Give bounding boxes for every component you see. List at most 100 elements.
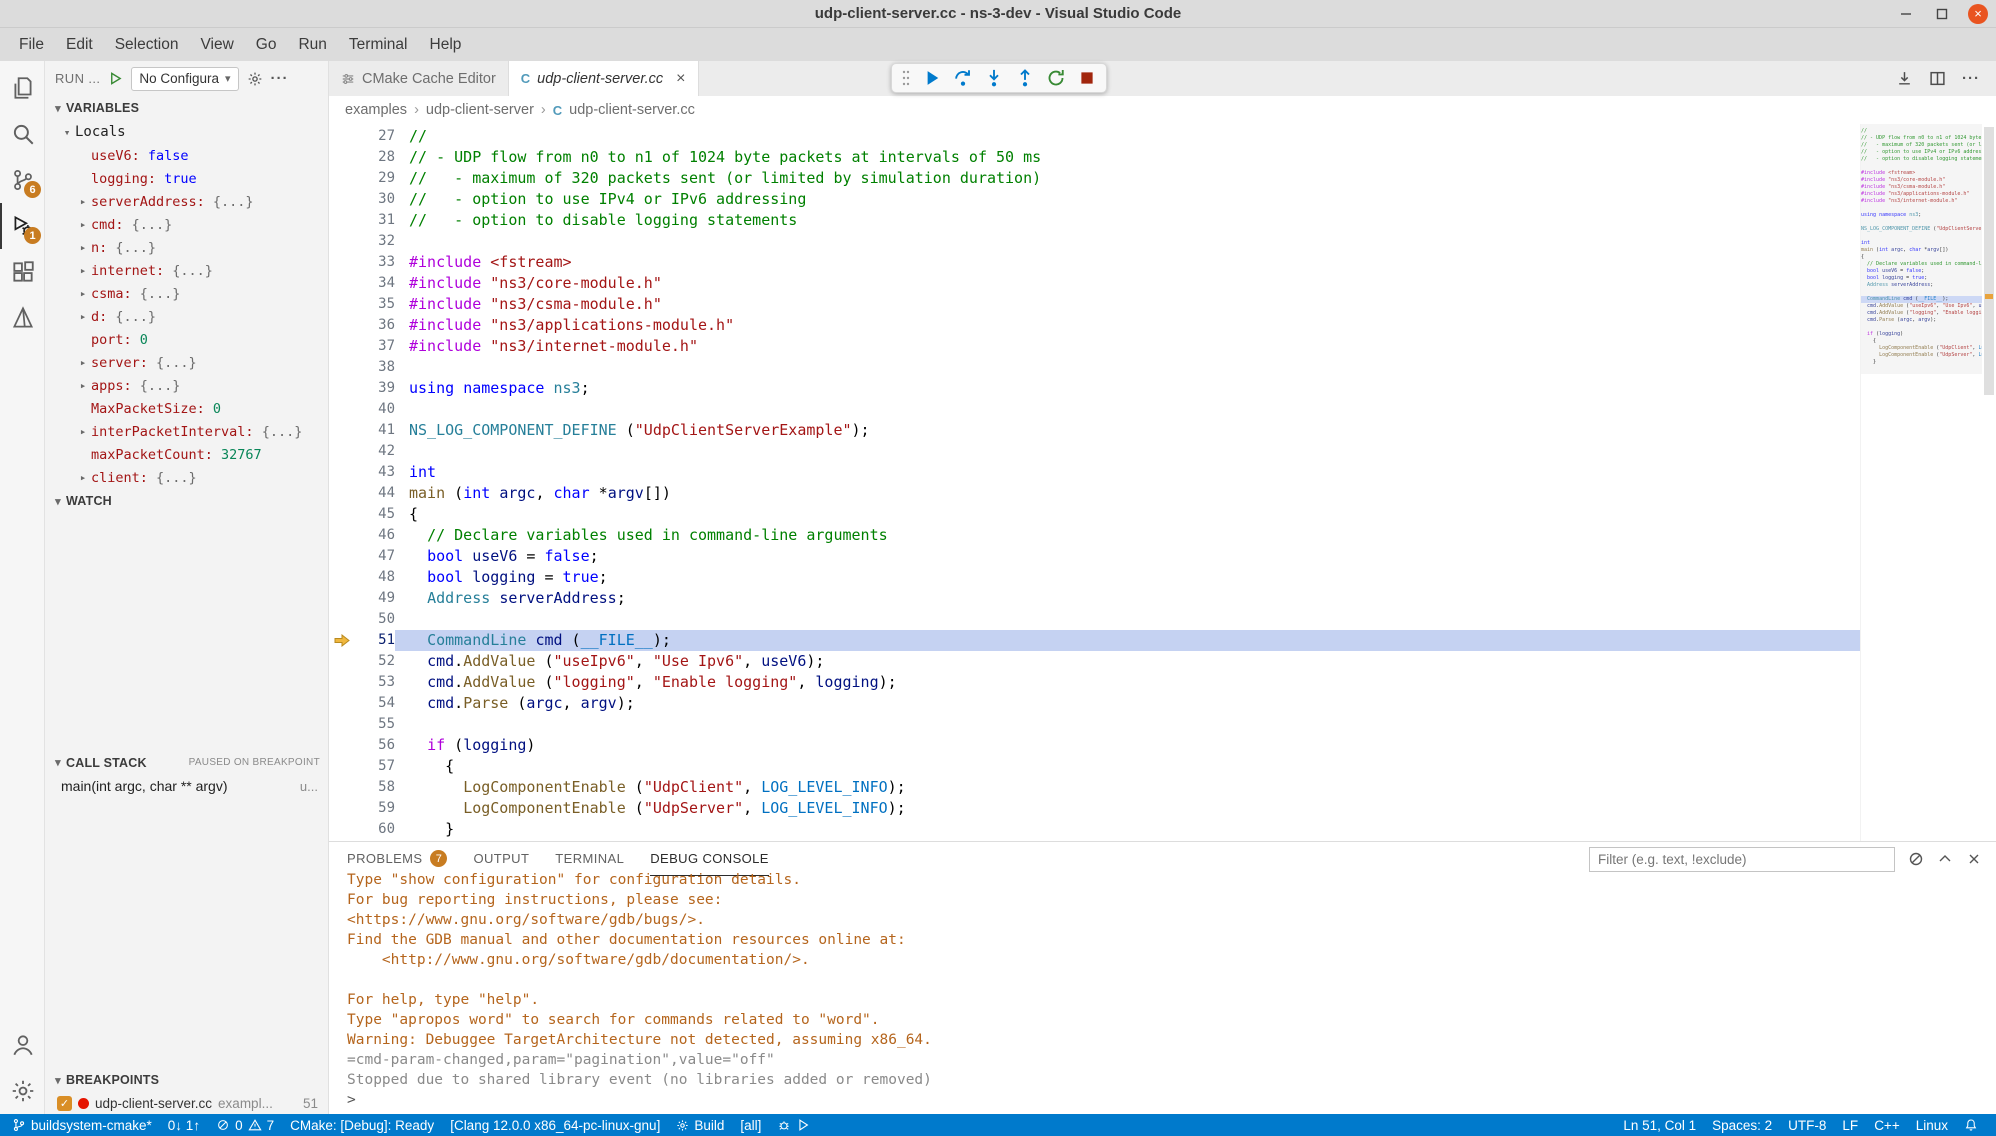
line-content[interactable]: bool useV6 = false; xyxy=(395,546,1860,567)
gutter-glyph[interactable] xyxy=(329,798,355,819)
line-content[interactable]: NS_LOG_COMPONENT_DEFINE ("UdpClientServe… xyxy=(395,420,1860,441)
line-number[interactable]: 40 xyxy=(355,399,395,420)
expand-arrow-icon[interactable]: ▸ xyxy=(75,425,91,438)
indentation-item[interactable]: Spaces: 2 xyxy=(1704,1114,1780,1136)
line-number[interactable]: 57 xyxy=(355,756,395,777)
line-number[interactable]: 43 xyxy=(355,462,395,483)
variable-n[interactable]: ▸n: {...} xyxy=(45,236,328,259)
line-number[interactable]: 38 xyxy=(355,357,395,378)
line-content[interactable]: #include "ns3/csma-module.h" xyxy=(395,294,1860,315)
git-branch-item[interactable]: buildsystem-cmake* xyxy=(4,1114,160,1136)
minimize-icon[interactable] xyxy=(1896,4,1916,24)
gutter-glyph[interactable] xyxy=(329,168,355,189)
line-number[interactable]: 33 xyxy=(355,252,395,273)
gutter-glyph[interactable] xyxy=(329,525,355,546)
line-number[interactable]: 30 xyxy=(355,189,395,210)
step-over-button[interactable] xyxy=(953,68,973,88)
line-content[interactable]: // Declare variables used in command-lin… xyxy=(395,525,1860,546)
breakpoint-checkbox[interactable]: ✓ xyxy=(57,1096,72,1111)
variable-logging[interactable]: logging: true xyxy=(45,167,328,190)
line-number[interactable]: 39 xyxy=(355,378,395,399)
line-number[interactable]: 46 xyxy=(355,525,395,546)
line-content[interactable]: // - option to use IPv4 or IPv6 addressi… xyxy=(395,189,1860,210)
code-line-30[interactable]: 30// - option to use IPv4 or IPv6 addres… xyxy=(329,189,1860,210)
code-line-59[interactable]: 59 LogComponentEnable ("UdpServer", LOG_… xyxy=(329,798,1860,819)
code-line-51[interactable]: 51 CommandLine cmd (__FILE__); xyxy=(329,630,1860,651)
expand-arrow-icon[interactable]: ▸ xyxy=(75,264,91,277)
gutter-glyph[interactable] xyxy=(329,735,355,756)
line-content[interactable]: using namespace ns3; xyxy=(395,378,1860,399)
watch-section-header[interactable]: ▾ WATCH xyxy=(45,489,328,513)
console-filter-input[interactable] xyxy=(1589,847,1895,872)
line-number[interactable]: 45 xyxy=(355,504,395,525)
expand-arrow-icon[interactable]: ▸ xyxy=(75,379,91,392)
gutter-glyph[interactable] xyxy=(329,546,355,567)
variables-section-header[interactable]: ▾ VARIABLES xyxy=(45,96,328,120)
variable-useV6[interactable]: useV6: false xyxy=(45,144,328,167)
line-number[interactable]: 50 xyxy=(355,609,395,630)
line-number[interactable]: 55 xyxy=(355,714,395,735)
line-content[interactable]: #include <fstream> xyxy=(395,252,1860,273)
notifications-item[interactable] xyxy=(1956,1114,1986,1136)
line-number[interactable]: 34 xyxy=(355,273,395,294)
line-number[interactable]: 36 xyxy=(355,315,395,336)
step-out-button[interactable] xyxy=(1015,68,1035,88)
menu-go[interactable]: Go xyxy=(245,28,288,61)
variable-client[interactable]: ▸client: {...} xyxy=(45,466,328,489)
build-button[interactable]: Build xyxy=(668,1114,732,1136)
line-number[interactable]: 47 xyxy=(355,546,395,567)
gutter-glyph[interactable] xyxy=(329,609,355,630)
code-line-55[interactable]: 55 xyxy=(329,714,1860,735)
extensions-icon[interactable] xyxy=(0,249,44,295)
stop-button[interactable] xyxy=(1077,68,1097,88)
line-number[interactable]: 53 xyxy=(355,672,395,693)
gutter-glyph[interactable] xyxy=(329,672,355,693)
gutter-glyph[interactable] xyxy=(329,126,355,147)
code-line-53[interactable]: 53 cmd.AddValue ("logging", "Enable logg… xyxy=(329,672,1860,693)
breadcrumb-item[interactable]: udp-client-server xyxy=(426,102,534,118)
breakpoints-section-header[interactable]: ▾ BREAKPOINTS xyxy=(45,1068,328,1092)
menu-edit[interactable]: Edit xyxy=(55,28,104,61)
debug-launch-item[interactable] xyxy=(769,1114,818,1136)
line-number[interactable]: 48 xyxy=(355,567,395,588)
expand-arrow-icon[interactable]: ▸ xyxy=(75,287,91,300)
build-target-item[interactable]: [all] xyxy=(732,1114,769,1136)
variable-interPacketInterval[interactable]: ▸interPacketInterval: {...} xyxy=(45,420,328,443)
breadcrumb-item[interactable]: examples xyxy=(345,102,407,118)
close-tab-icon[interactable]: × xyxy=(676,70,685,88)
stack-frame-main[interactable]: main(int argc, char ** argv) u... xyxy=(45,775,328,798)
line-number[interactable]: 49 xyxy=(355,588,395,609)
encoding-item[interactable]: UTF-8 xyxy=(1780,1114,1834,1136)
line-content[interactable]: cmd.Parse (argc, argv); xyxy=(395,693,1860,714)
variable-internet[interactable]: ▸internet: {...} xyxy=(45,259,328,282)
line-content[interactable]: LogComponentEnable ("UdpClient", LOG_LEV… xyxy=(395,777,1860,798)
cmake-tools-icon[interactable] xyxy=(0,295,44,341)
code-line-27[interactable]: 27// xyxy=(329,126,1860,147)
vertical-scrollbar[interactable] xyxy=(1982,124,1996,841)
line-number[interactable]: 52 xyxy=(355,651,395,672)
code-line-52[interactable]: 52 cmd.AddValue ("useIpv6", "Use Ipv6", … xyxy=(329,651,1860,672)
code-line-32[interactable]: 32 xyxy=(329,231,1860,252)
code-line-41[interactable]: 41NS_LOG_COMPONENT_DEFINE ("UdpClientSer… xyxy=(329,420,1860,441)
maximize-icon[interactable] xyxy=(1932,4,1952,24)
language-mode-item[interactable]: C++ xyxy=(1866,1114,1908,1136)
code-line-33[interactable]: 33#include <fstream> xyxy=(329,252,1860,273)
gutter-glyph[interactable] xyxy=(329,462,355,483)
more-actions-icon[interactable]: ··· xyxy=(271,70,289,87)
line-content[interactable] xyxy=(395,399,1860,420)
code-line-45[interactable]: 45{ xyxy=(329,504,1860,525)
code-line-47[interactable]: 47 bool useV6 = false; xyxy=(329,546,1860,567)
line-number[interactable]: 56 xyxy=(355,735,395,756)
clear-console-icon[interactable] xyxy=(1908,851,1924,867)
code-line-57[interactable]: 57 { xyxy=(329,756,1860,777)
gutter-glyph[interactable] xyxy=(329,567,355,588)
code-line-60[interactable]: 60 } xyxy=(329,819,1860,840)
code-line-43[interactable]: 43int xyxy=(329,462,1860,483)
variable-d[interactable]: ▸d: {...} xyxy=(45,305,328,328)
close-icon[interactable]: × xyxy=(1968,4,1988,24)
gutter-glyph[interactable] xyxy=(329,693,355,714)
tab-cmake-cache-editor[interactable]: CMake Cache Editor xyxy=(329,61,509,96)
gutter-glyph[interactable] xyxy=(329,336,355,357)
step-into-button[interactable] xyxy=(984,68,1004,88)
line-content[interactable]: bool logging = true; xyxy=(395,567,1860,588)
